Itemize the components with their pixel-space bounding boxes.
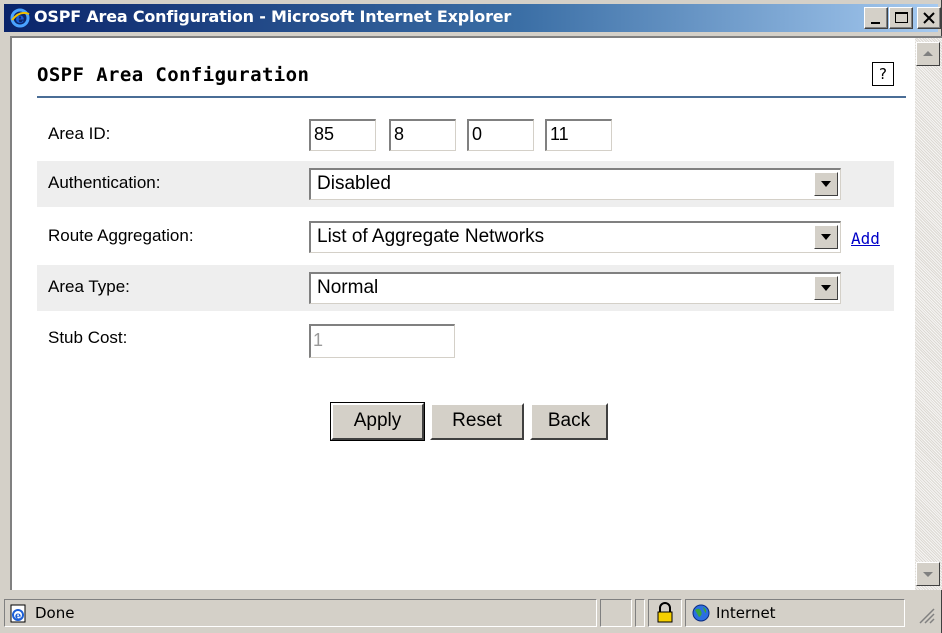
area-type-select[interactable]: Normal [309,272,841,304]
authentication-label: Authentication: [48,173,161,192]
area-id-row: Area ID: 85 8 0 11 [37,112,894,158]
close-icon [923,12,935,24]
authentication-row: Authentication: Disabled [37,161,894,207]
close-button[interactable] [917,7,941,29]
stub-cost-label: Stub Cost: [48,328,128,347]
dropdown-arrow-icon[interactable] [814,225,838,249]
route-aggregation-row: Route Aggregation: List of Aggregate Net… [37,214,894,260]
zone-pane: Internet [685,599,905,627]
add-aggregate-link[interactable]: Add [851,229,880,248]
ie-logo-icon: e [10,8,30,28]
globe-icon [691,603,711,627]
back-button[interactable]: Back [530,403,608,440]
stub-cost-row: Stub Cost: 1 [37,316,894,362]
maximize-icon [895,12,908,23]
scroll-down-icon [923,572,933,577]
area-type-value: Normal [317,277,379,298]
area-id-octet-3[interactable]: 0 [467,119,534,151]
stub-cost-input[interactable]: 1 [309,324,455,358]
area-id-octet-2[interactable]: 8 [389,119,456,151]
area-id-label: Area ID: [48,124,111,143]
route-aggregation-value: List of Aggregate Networks [317,226,545,247]
apply-button[interactable]: Apply [330,402,425,441]
status-pane-empty [600,599,632,627]
authentication-value: Disabled [317,173,391,194]
area-type-row: Area Type: Normal [37,265,894,311]
zone-label: Internet [716,604,776,622]
svg-text:e: e [15,611,21,622]
scroll-up-icon [923,51,933,56]
ie-page-icon: e [9,604,29,628]
security-pane [648,599,682,627]
help-button[interactable]: ? [872,62,894,86]
area-id-octet-4[interactable]: 11 [545,119,612,151]
scroll-up-button[interactable] [916,42,940,66]
route-aggregation-select[interactable]: List of Aggregate Networks [309,221,841,253]
status-pane: e Done [4,599,597,627]
status-pane-empty [635,599,645,627]
browser-window: e OSPF Area Configuration - Microsoft In… [0,0,942,633]
minimize-button[interactable] [864,7,888,29]
reset-button[interactable]: Reset [430,403,524,440]
lock-icon [655,602,675,628]
route-aggregation-label: Route Aggregation: [48,226,194,245]
vertical-scrollbar[interactable] [915,36,942,590]
page-content: OSPF Area Configuration ? Area ID: 85 8 … [10,36,915,590]
window-title: OSPF Area Configuration - Microsoft Inte… [34,7,512,26]
heading-divider [37,96,906,98]
scroll-down-button[interactable] [916,562,940,586]
page-title: OSPF Area Configuration [37,64,310,86]
status-text: Done [35,604,75,622]
maximize-button[interactable] [889,7,913,29]
status-bar: e Done Internet [4,597,938,629]
minimize-icon [871,22,880,24]
dropdown-arrow-icon[interactable] [814,276,838,300]
resize-grip-icon[interactable] [916,605,936,629]
area-type-label: Area Type: [48,277,130,296]
dropdown-arrow-icon[interactable] [814,172,838,196]
area-id-octet-1[interactable]: 85 [309,119,376,151]
title-bar[interactable]: e OSPF Area Configuration - Microsoft In… [4,4,941,32]
authentication-select[interactable]: Disabled [309,168,841,200]
